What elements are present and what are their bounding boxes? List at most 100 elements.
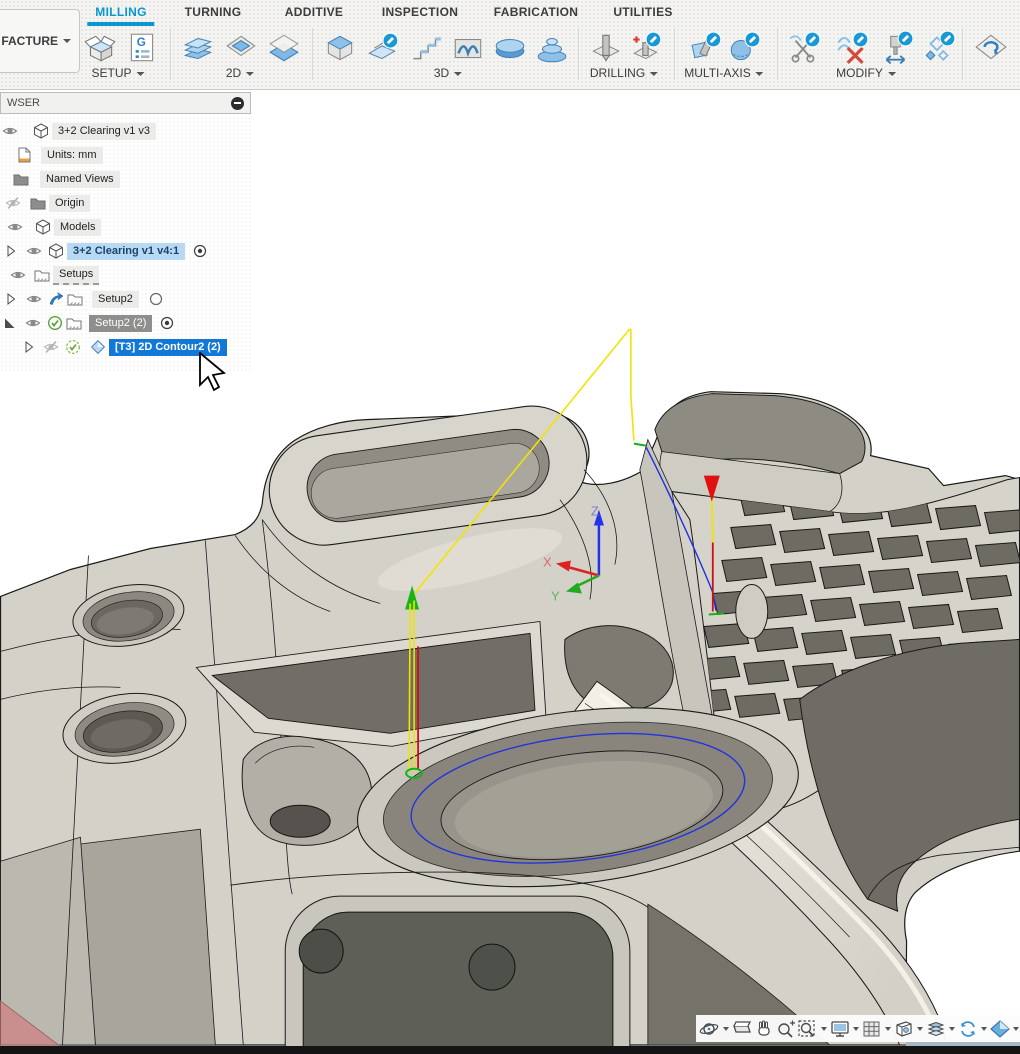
expand-triangle-icon[interactable] <box>21 339 37 355</box>
expand-triangle-icon[interactable] <box>3 291 19 307</box>
tab-additive[interactable]: ADDITIVE <box>285 5 343 19</box>
chevron-down-icon[interactable] <box>949 1027 955 1031</box>
viewports-icon[interactable] <box>893 1019 915 1039</box>
eye-icon[interactable] <box>2 123 18 139</box>
chevron-down-icon[interactable] <box>1013 1027 1019 1031</box>
chevron-down-icon[interactable] <box>853 1027 859 1031</box>
simulate-icon[interactable] <box>973 30 1009 66</box>
setup-group-label[interactable]: SETUP <box>91 66 144 80</box>
tree-label[interactable]: 3+2 Clearing v1 v3 <box>52 123 156 140</box>
tree-item-units[interactable]: Units: mm <box>16 144 103 166</box>
tree-label[interactable]: Setup2 (2) <box>89 315 152 332</box>
chevron-down-icon[interactable] <box>821 1027 827 1031</box>
tree-item-setup2[interactable]: Setup2 <box>3 288 164 310</box>
tree-item-2d-contour2[interactable]: [T3] 2D Contour2 (2) <box>21 336 227 358</box>
collapse-triangle-icon[interactable] <box>2 315 18 331</box>
multiaxis-group-label[interactable]: MULTI-AXIS <box>684 66 763 80</box>
fit-icon[interactable] <box>797 1019 819 1039</box>
chevron-down-icon[interactable] <box>981 1027 987 1031</box>
gcode-post-icon[interactable]: G <box>124 30 160 66</box>
tab-fabrication[interactable]: FABRICATION <box>494 5 578 19</box>
chevron-down-icon <box>454 72 462 76</box>
pattern-toolpath-icon[interactable] <box>920 30 956 66</box>
display-settings-icon[interactable] <box>829 1019 851 1039</box>
2d-face-icon[interactable] <box>266 30 302 66</box>
grid-knob <box>736 584 768 638</box>
2d-group-label[interactable]: 2D <box>226 66 254 80</box>
tab-turning[interactable]: TURNING <box>185 5 242 19</box>
operation-diamond-icon <box>90 339 106 355</box>
grid-settings-icon[interactable] <box>861 1019 883 1039</box>
empty-circle-icon[interactable] <box>148 291 164 307</box>
new-setup-icon[interactable] <box>82 30 118 66</box>
expand-triangle-icon[interactable] <box>3 243 19 259</box>
component-icon <box>35 219 51 235</box>
browser-collapse-button[interactable] <box>231 97 244 110</box>
tree-item-setup2-2[interactable]: Setup2 (2) <box>2 312 175 334</box>
tree-label[interactable]: Setup2 <box>92 291 139 308</box>
eye-icon[interactable] <box>7 219 23 235</box>
3d-adaptive-icon[interactable] <box>322 30 358 66</box>
tree-item-setups[interactable]: Setups <box>10 264 99 286</box>
radio-target-icon[interactable] <box>159 315 175 331</box>
workspace-selector-button[interactable]: FACTURE <box>0 9 80 73</box>
3d-flat-icon[interactable] <box>492 30 528 66</box>
tree-item-origin[interactable]: Origin <box>5 192 90 214</box>
tree-label[interactable]: Models <box>54 219 101 236</box>
3d-pocket-icon[interactable] <box>365 30 401 66</box>
eye-off-icon[interactable] <box>5 195 21 211</box>
chevron-down-icon[interactable] <box>885 1027 891 1031</box>
2d-pocket-icon[interactable] <box>223 30 259 66</box>
chevron-down-icon <box>756 72 764 76</box>
delete-passes-icon[interactable] <box>834 30 870 66</box>
tree-label[interactable]: Units: mm <box>41 147 103 164</box>
tree-label[interactable]: Origin <box>49 195 90 212</box>
tree-item-document[interactable]: 3+2 Clearing v1 v3 <box>2 120 156 142</box>
eye-icon[interactable] <box>25 315 41 331</box>
tab-milling[interactable]: MILLING <box>95 5 146 19</box>
environment-icon[interactable] <box>989 1019 1011 1039</box>
3d-steps-icon[interactable] <box>408 30 444 66</box>
tree-label[interactable]: Setups <box>53 266 99 285</box>
3d-morph-icon[interactable] <box>534 30 570 66</box>
tree-item-named-views[interactable]: Named Views <box>13 168 120 190</box>
look-at-icon[interactable] <box>731 1019 753 1039</box>
tree-item-model-instance[interactable]: 3+2 Clearing v1 v4:1 <box>3 240 208 262</box>
workspace-label: FACTURE <box>1 34 58 48</box>
left-wall-face <box>78 829 215 1045</box>
chevron-down-icon[interactable] <box>723 1027 729 1031</box>
eye-off-icon[interactable] <box>43 339 59 355</box>
drilling-group-label[interactable]: DRILLING <box>590 66 658 80</box>
2d-adaptive-icon[interactable] <box>180 30 216 66</box>
pan-icon[interactable] <box>753 1019 775 1039</box>
tree-label[interactable]: Named Views <box>40 171 120 188</box>
multiaxis-flow-icon[interactable] <box>726 30 762 66</box>
drill-pattern-icon[interactable] <box>628 30 664 66</box>
view-navigation-bar <box>696 1015 1020 1042</box>
trim-toolpath-icon[interactable] <box>786 30 822 66</box>
eye-icon[interactable] <box>26 291 42 307</box>
chevron-down-icon <box>888 72 896 76</box>
tab-inspection[interactable]: INSPECTION <box>382 5 458 19</box>
divider <box>578 28 579 80</box>
multiaxis-swarf-icon[interactable] <box>688 30 724 66</box>
3d-group-label[interactable]: 3D <box>434 66 462 80</box>
tool-shift-icon[interactable] <box>878 30 914 66</box>
drill-icon[interactable] <box>588 30 624 66</box>
eye-icon[interactable] <box>26 243 42 259</box>
chevron-down-icon[interactable] <box>917 1027 923 1031</box>
browser-panel: WSER 3+2 Clearing v1 v3 Units: mm Named … <box>0 92 252 372</box>
tree-item-models[interactable]: Models <box>7 216 101 238</box>
tab-utilities[interactable]: UTILITIES <box>613 5 672 19</box>
modify-group-label[interactable]: MODIFY <box>836 66 896 80</box>
tree-label[interactable]: 3+2 Clearing v1 v4:1 <box>67 243 185 260</box>
orbit-icon[interactable] <box>699 1019 721 1039</box>
bottom-pocket <box>285 896 630 1054</box>
3d-scallop-icon[interactable] <box>450 30 486 66</box>
setup-folder-icon <box>67 291 83 307</box>
zoom-icon[interactable] <box>775 1019 797 1039</box>
radio-target-icon[interactable] <box>192 243 208 259</box>
refresh-icon[interactable] <box>957 1019 979 1039</box>
eye-icon[interactable] <box>10 267 26 283</box>
visual-style-icon[interactable] <box>925 1019 947 1039</box>
